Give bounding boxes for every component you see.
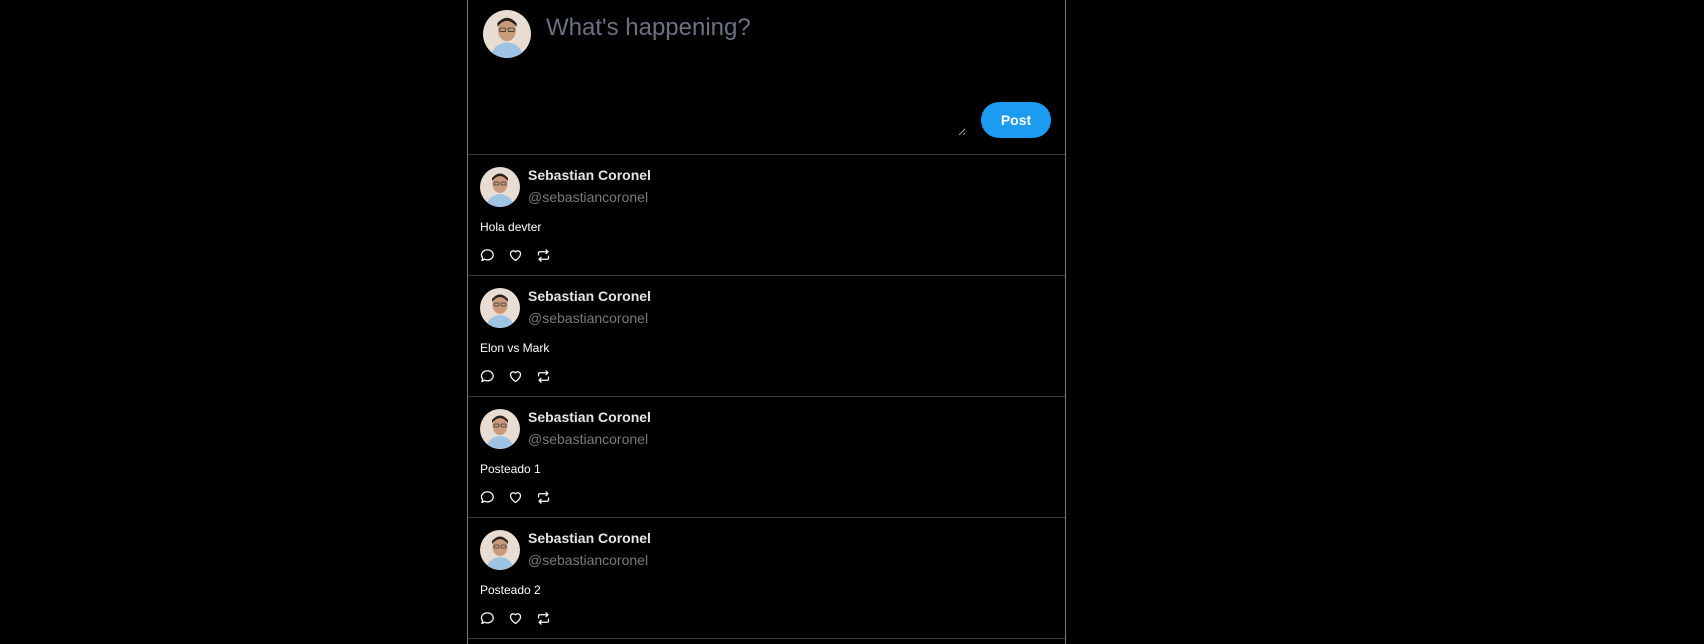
avatar [480, 167, 520, 207]
post-item: Sebastian Coronel @sebastiancoronel Elon… [468, 276, 1065, 397]
comment-icon[interactable] [479, 489, 495, 505]
post-button[interactable]: Post [981, 102, 1051, 138]
avatar [480, 530, 520, 570]
comment-icon[interactable] [479, 247, 495, 263]
heart-icon[interactable] [507, 247, 523, 263]
retweet-icon[interactable] [535, 368, 551, 384]
avatar [480, 409, 520, 449]
post-text: Posteado 1 [480, 462, 541, 476]
post-author-handle: @sebastiancoronel [528, 310, 649, 326]
retweet-icon[interactable] [535, 610, 551, 626]
comment-icon[interactable] [479, 610, 495, 626]
post-item: Sebastian Coronel @sebastiancoronel Hola… [468, 155, 1065, 276]
post-actions [479, 489, 551, 505]
post-actions [479, 368, 551, 384]
timeline-column: Post Sebastian Coronel @sebastiancoronel… [467, 0, 1066, 644]
composer: Post [468, 0, 1065, 155]
heart-icon[interactable] [507, 610, 523, 626]
post-author-name: Sebastian Coronel [528, 530, 651, 546]
post-actions [479, 247, 551, 263]
heart-icon[interactable] [507, 368, 523, 384]
comment-icon[interactable] [479, 368, 495, 384]
post-author-handle: @sebastiancoronel [528, 431, 649, 447]
post-author-handle: @sebastiancoronel [528, 552, 649, 568]
post-text: Elon vs Mark [480, 341, 550, 355]
post-actions [479, 610, 551, 626]
post-author-handle: @sebastiancoronel [528, 189, 649, 205]
post-item: Sebastian Coronel @sebastiancoronel Post… [468, 397, 1065, 518]
post-author-name: Sebastian Coronel [528, 288, 651, 304]
post-text: Hola devter [480, 220, 542, 234]
avatar [483, 10, 531, 58]
post-text: Posteado 2 [480, 583, 541, 597]
compose-input[interactable] [546, 8, 966, 136]
avatar [480, 288, 520, 328]
post-author-name: Sebastian Coronel [528, 167, 651, 183]
post-item: Sebastian Coronel @sebastiancoronel Post… [468, 518, 1065, 639]
post-author-name: Sebastian Coronel [528, 409, 651, 425]
heart-icon[interactable] [507, 489, 523, 505]
retweet-icon[interactable] [535, 247, 551, 263]
retweet-icon[interactable] [535, 489, 551, 505]
